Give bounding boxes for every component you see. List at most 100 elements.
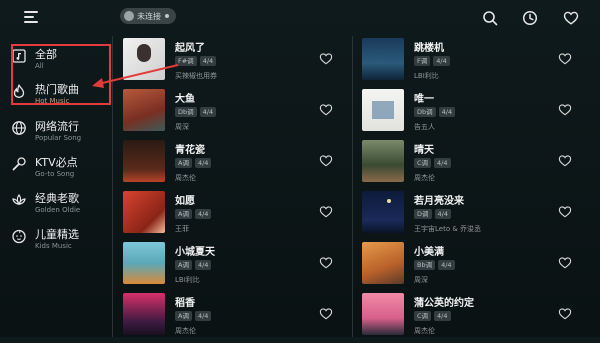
- heart-icon[interactable]: [558, 103, 572, 116]
- song-title: 唯一: [414, 94, 434, 105]
- sidebar-item-golden-oldie[interactable]: 经典老歌 Golden Oldie: [0, 186, 112, 222]
- sidebar-item-sublabel: Go-to Song: [35, 170, 75, 178]
- sidebar-item-ktv[interactable]: KTV必点 Go-to Song: [0, 150, 112, 186]
- key-tag: Db调: [175, 107, 197, 117]
- meter-tag: 4/4: [199, 107, 217, 117]
- song-title: 起风了: [175, 43, 205, 54]
- sidebar-item-sublabel: Golden Oldie: [35, 206, 81, 214]
- favorites-heart-icon[interactable]: [563, 10, 579, 26]
- song-artist: 周杰伦: [175, 327, 196, 335]
- sidebar-item-label: 儿童精选: [35, 228, 79, 241]
- list-item[interactable]: 小美满 Bb调 4/4 周深: [362, 242, 584, 292]
- song-artist: 王菲: [175, 225, 189, 233]
- heart-icon[interactable]: [558, 154, 572, 167]
- meter-tag: 4/4: [434, 209, 451, 219]
- meter-tag: 4/4: [434, 158, 451, 168]
- sidebar-item-sublabel: Popular Song: [35, 134, 82, 142]
- song-artist: 买辣椒也用券: [175, 72, 217, 80]
- song-title: 小城夏天: [175, 247, 215, 258]
- meter-tag: 4/4: [434, 311, 451, 321]
- sidebar-item-label: KTV必点: [35, 156, 78, 169]
- key-tag: C调: [414, 158, 432, 168]
- album-cover: [123, 89, 165, 131]
- song-title: 小美满: [414, 247, 444, 258]
- list-item[interactable]: 若月亮没来 D调 4/4 王宇宙Leto & 乔浚丞: [362, 191, 584, 241]
- list-item[interactable]: 青花瓷 A调 4/4 周杰伦: [123, 140, 345, 190]
- heart-icon[interactable]: [319, 52, 333, 65]
- meter-tag: 4/4: [438, 107, 456, 117]
- album-cover: [362, 89, 404, 131]
- list-item[interactable]: 唯一 Db调 4/4 告五人: [362, 89, 584, 139]
- sidebar-item-sublabel: Kids Music: [35, 242, 72, 250]
- song-title: 如愿: [175, 196, 195, 207]
- key-tag: Bb调: [414, 260, 436, 270]
- heart-icon[interactable]: [319, 307, 333, 320]
- heart-icon[interactable]: [319, 256, 333, 269]
- song-title: 若月亮没来: [414, 196, 464, 207]
- heart-icon[interactable]: [558, 307, 572, 320]
- menu-icon[interactable]: [24, 11, 38, 23]
- album-cover: [362, 293, 404, 335]
- key-tag: F调: [414, 56, 431, 66]
- heart-icon[interactable]: [319, 154, 333, 167]
- key-tag: Db调: [414, 107, 436, 117]
- meter-tag: 4/4: [194, 311, 212, 321]
- child-face-icon: [12, 229, 26, 244]
- annotation-arrow-icon: [92, 64, 179, 88]
- key-tag: A调: [175, 209, 192, 219]
- song-title: 蒲公英的约定: [414, 298, 474, 309]
- heart-icon[interactable]: [558, 205, 572, 218]
- list-item[interactable]: 跳楼机 F调 4/4 LBI利比: [362, 38, 584, 88]
- song-title: 晴天: [414, 145, 434, 156]
- sidebar-item-label: 网络流行: [35, 120, 79, 133]
- history-clock-icon[interactable]: [522, 10, 538, 26]
- sidebar-item-kids-music[interactable]: 儿童精选 Kids Music: [0, 222, 112, 258]
- song-title: 大鱼: [175, 94, 195, 105]
- meter-tag: 4/4: [194, 158, 212, 168]
- album-cover: [123, 242, 165, 284]
- top-bar: 未连接: [0, 0, 600, 36]
- album-cover: [362, 140, 404, 182]
- list-item[interactable]: 蒲公英的约定 C调 4/4 周杰伦: [362, 293, 584, 343]
- lotus-icon: [12, 194, 26, 206]
- song-artist: 周杰伦: [414, 174, 435, 182]
- list-item[interactable]: 如愿 A调 4/4 王菲: [123, 191, 345, 241]
- song-artist: 王宇宙Leto & 乔浚丞: [414, 225, 482, 233]
- song-title: 稻香: [175, 298, 195, 309]
- microphone-icon: [12, 157, 26, 171]
- list-item[interactable]: 晴天 C调 4/4 周杰伦: [362, 140, 584, 190]
- key-tag: A调: [175, 311, 192, 321]
- album-cover: [123, 293, 165, 335]
- column-divider: [352, 36, 353, 337]
- search-icon[interactable]: [482, 10, 498, 26]
- meter-tag: 4/4: [438, 260, 455, 270]
- album-cover: [123, 140, 165, 182]
- heart-icon[interactable]: [319, 205, 333, 218]
- heart-icon[interactable]: [319, 103, 333, 116]
- key-tag: A调: [175, 158, 192, 168]
- song-artist: 周深: [175, 123, 189, 131]
- key-tag: D调: [414, 209, 432, 219]
- key-tag: C调: [414, 311, 432, 321]
- album-cover: [362, 191, 404, 233]
- list-item[interactable]: 大鱼 Db调 4/4 周深: [123, 89, 345, 139]
- song-artist: 周杰伦: [175, 174, 196, 182]
- status-dot-icon: [165, 14, 169, 18]
- album-cover: [123, 191, 165, 233]
- song-artist: LBI利比: [414, 72, 439, 80]
- song-artist: 告五人: [414, 123, 435, 131]
- heart-icon[interactable]: [558, 256, 572, 269]
- sidebar-item-popular-song[interactable]: 网络流行 Popular Song: [0, 114, 112, 150]
- sidebar-item-label: 经典老歌: [35, 192, 79, 205]
- list-item[interactable]: 稻香 A调 4/4 周杰伦: [123, 293, 345, 343]
- song-artist: 周深: [414, 276, 428, 284]
- meter-tag: 4/4: [194, 209, 212, 219]
- key-tag: A调: [175, 260, 192, 270]
- song-artist: 周杰伦: [414, 327, 435, 335]
- meter-tag: 4/4: [194, 260, 212, 270]
- heart-icon[interactable]: [558, 52, 572, 65]
- connection-status[interactable]: 未连接: [120, 8, 176, 24]
- album-cover: [362, 38, 404, 80]
- meter-tag: 4/4: [433, 56, 450, 66]
- list-item[interactable]: 小城夏天 A调 4/4 LBI利比: [123, 242, 345, 292]
